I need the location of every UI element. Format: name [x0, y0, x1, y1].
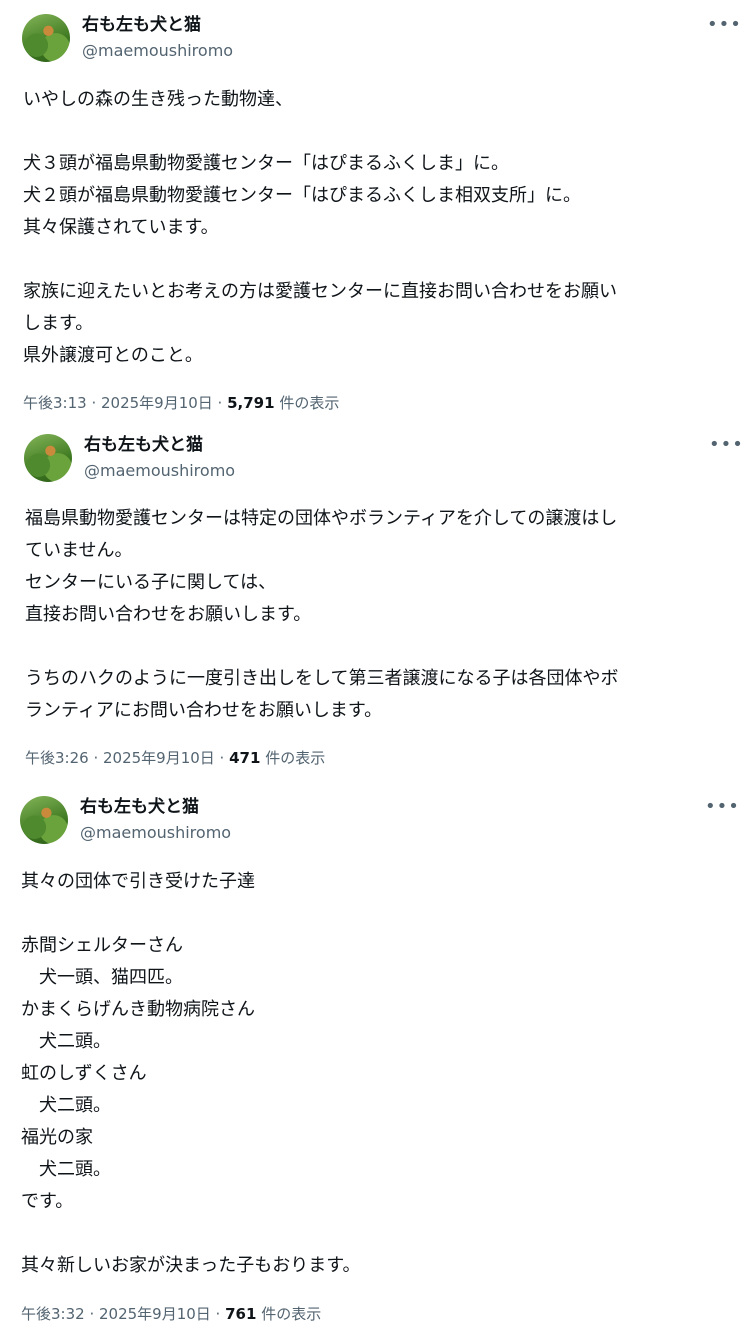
avatar[interactable]: [24, 434, 72, 482]
tweet-text: いやしの森の生き残った動物達、 犬３頭が福島県動物愛護センター「はぴまるふくしま…: [23, 89, 617, 366]
user-handle[interactable]: @maemoushiromo: [82, 41, 233, 61]
more-options-icon[interactable]: •••: [707, 16, 742, 34]
avatar[interactable]: [22, 14, 70, 62]
avatar[interactable]: [20, 796, 68, 844]
timestamp[interactable]: 午後3:32 · 2025年9月10日 ·: [21, 1305, 225, 1323]
more-options-icon[interactable]: •••: [709, 436, 744, 454]
display-name[interactable]: 右も左も犬と猫: [82, 14, 201, 36]
tweet-text: 福島県動物愛護センターは特定の団体やボランティアを介しての譲渡はし ていません。…: [25, 508, 619, 721]
views-label: 件の表示: [256, 1305, 322, 1323]
timestamp[interactable]: 午後3:13 · 2025年9月10日 ·: [23, 394, 227, 412]
tweet-2[interactable]: 右も左も犬と猫 @maemoushiromo ••• 福島県動物愛護センターは特…: [0, 425, 751, 783]
view-count: 761: [225, 1305, 257, 1323]
tweet-1[interactable]: 右も左も犬と猫 @maemoushiromo ••• いやしの森の生き残った動物…: [0, 0, 751, 425]
more-options-icon[interactable]: •••: [705, 798, 740, 816]
tweet-text: 其々の団体で引き受けた子達 赤間シェルターさん 犬一頭、猫四匹。 かまくらげんき…: [21, 871, 361, 1276]
timestamp[interactable]: 午後3:26 · 2025年9月10日 ·: [25, 749, 229, 767]
display-name[interactable]: 右も左も犬と猫: [84, 434, 203, 456]
tweet-3[interactable]: 右も左も犬と猫 @maemoushiromo ••• 其々の団体で引き受けた子達…: [0, 783, 751, 1336]
view-count: 5,791: [227, 394, 275, 412]
views-label: 件の表示: [260, 749, 326, 767]
tweet-meta: 午後3:13 · 2025年9月10日 · 5,791 件の表示: [23, 393, 339, 413]
display-name[interactable]: 右も左も犬と猫: [80, 796, 199, 818]
views-label: 件の表示: [274, 394, 340, 412]
view-count: 471: [229, 749, 261, 767]
tweet-meta: 午後3:26 · 2025年9月10日 · 471 件の表示: [25, 748, 325, 768]
user-handle[interactable]: @maemoushiromo: [84, 461, 235, 481]
user-handle[interactable]: @maemoushiromo: [80, 823, 231, 843]
tweet-meta: 午後3:32 · 2025年9月10日 · 761 件の表示: [21, 1304, 321, 1324]
